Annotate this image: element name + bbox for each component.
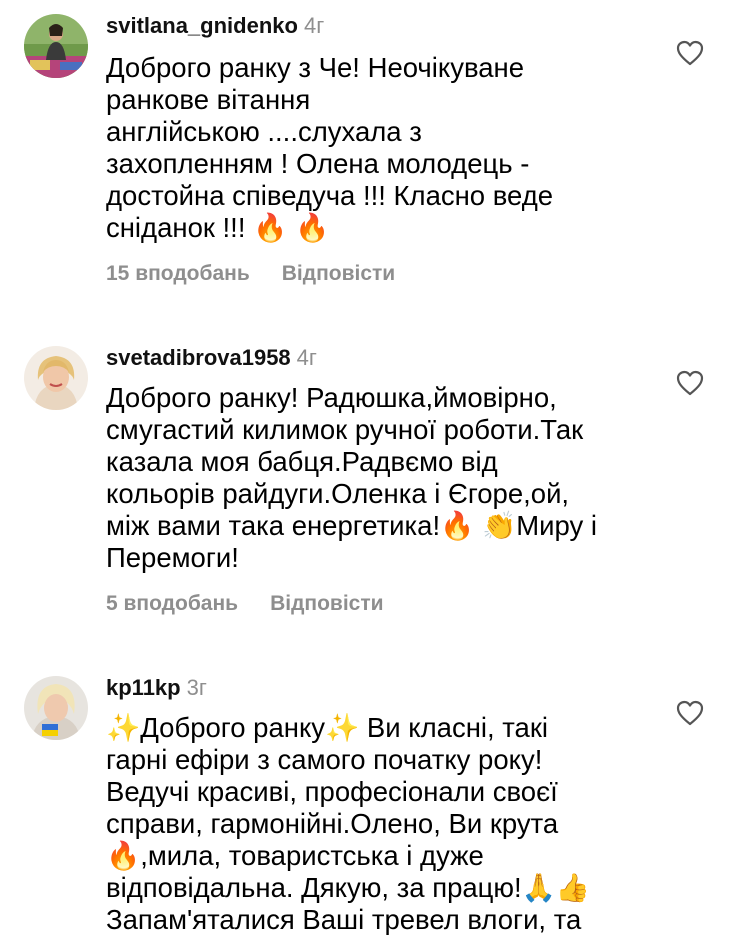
timestamp[interactable]: 4г bbox=[304, 13, 324, 38]
comment-header: svitlana_gnidenko 4г bbox=[106, 13, 324, 39]
heart-outline-icon bbox=[676, 40, 704, 66]
avatar-image bbox=[24, 14, 88, 78]
likes-count[interactable]: 5 вподобань bbox=[106, 592, 238, 615]
heart-outline-icon[interactable] bbox=[676, 370, 704, 396]
heart-outline-icon bbox=[676, 700, 704, 726]
username[interactable]: svitlana_gnidenko bbox=[106, 13, 298, 38]
avatar[interactable] bbox=[24, 346, 88, 410]
timestamp[interactable]: 4г bbox=[297, 345, 317, 370]
avatar[interactable] bbox=[24, 14, 88, 78]
avatar-image bbox=[24, 346, 88, 410]
reply-button[interactable]: Відповісти bbox=[282, 262, 395, 285]
reply-button[interactable]: Відповісти bbox=[270, 592, 383, 615]
comment-text: ✨Доброго ранку✨ Ви класні, такі гарні еф… bbox=[106, 712, 591, 935]
comment-header: svetadibrova1958 4г bbox=[106, 345, 317, 371]
comment-actions: 5 вподобань Відповісти bbox=[106, 592, 384, 616]
heart-outline-icon[interactable] bbox=[676, 40, 704, 66]
likes-count[interactable]: 15 вподобань bbox=[106, 262, 250, 285]
comment-text: Доброго ранку! Радюшка,ймовірно, смугаст… bbox=[106, 382, 597, 573]
comment-text: Доброго ранку з Че! Неочікуване ранкове … bbox=[106, 52, 554, 243]
heart-outline-icon[interactable] bbox=[676, 700, 704, 726]
username[interactable]: svetadibrova1958 bbox=[106, 345, 291, 370]
heart-outline-icon bbox=[676, 370, 704, 396]
comment-actions: 15 вподобань Відповісти bbox=[106, 262, 395, 286]
comment-header: kp11kp 3г bbox=[106, 675, 207, 701]
avatar[interactable] bbox=[24, 676, 88, 740]
timestamp[interactable]: 3г bbox=[187, 675, 207, 700]
avatar-image bbox=[24, 676, 88, 740]
username[interactable]: kp11kp bbox=[106, 675, 181, 700]
